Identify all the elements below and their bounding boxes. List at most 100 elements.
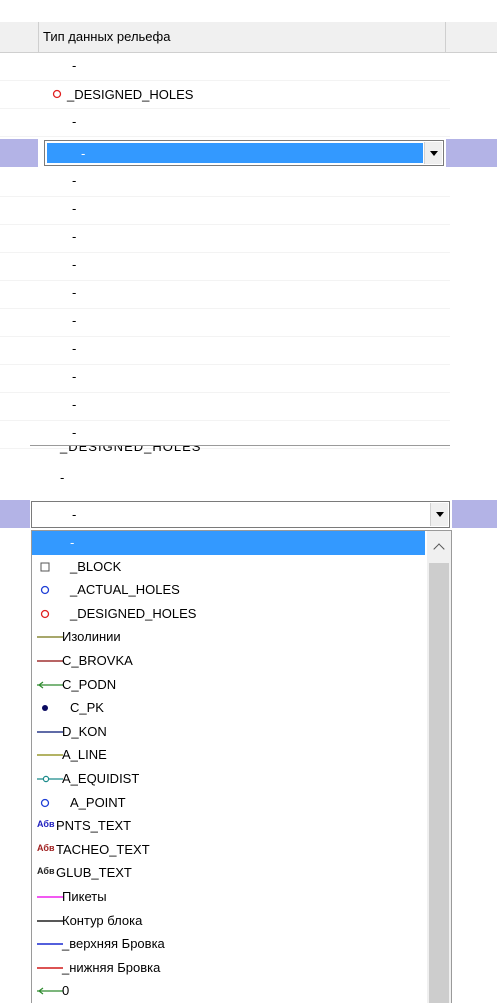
cell-value: - xyxy=(72,369,77,384)
dropdown-arrow-button[interactable] xyxy=(430,503,448,526)
circle-icon xyxy=(52,89,62,99)
cell-value: - xyxy=(72,58,77,73)
clipped-row: _DESIGNED_HOLES xyxy=(60,446,202,454)
dropdown-item-label: A_LINE xyxy=(62,747,107,763)
column-header-relief-type[interactable]: Тип данных рельефа xyxy=(38,22,446,52)
dropdown-item[interactable]: Абв PNTS_TEXT xyxy=(32,814,425,838)
dropdown-item-label: TACHEO_TEXT xyxy=(56,841,150,857)
table-row[interactable]: - xyxy=(0,280,450,309)
table-row[interactable]: - xyxy=(0,108,450,137)
line-icon xyxy=(37,749,65,761)
chevron-up-icon xyxy=(433,543,445,555)
table-row[interactable]: - xyxy=(0,308,450,337)
dot-icon xyxy=(37,702,65,714)
scrollbar[interactable] xyxy=(427,531,451,1003)
dropdown-item-label: _верхняя Бровка xyxy=(62,936,165,952)
dropdown-item-label: Изолинии xyxy=(62,629,121,645)
dropdown-item-label: - xyxy=(70,535,75,550)
dropdown-list[interactable]: - _BLOCK _ACTUAL_HOLES _DESIGNED_HOLES Изоли… xyxy=(31,530,452,1003)
table-row[interactable]: - xyxy=(0,392,450,421)
divider xyxy=(30,445,450,446)
dropdown-item-label: Пикеты xyxy=(62,889,107,904)
dropdown-item[interactable]: Абв TACHEO_TEXT xyxy=(32,838,425,862)
table-row[interactable]: - xyxy=(0,168,450,197)
dropdown-item[interactable]: Пикеты xyxy=(32,885,425,909)
item-icon-text: Абв xyxy=(37,842,55,853)
dropdown-item[interactable]: _ACTUAL_HOLES xyxy=(32,578,425,602)
cell-value: - xyxy=(72,229,77,244)
cell-value: _DESIGNED_HOLES xyxy=(67,87,194,102)
line-icon xyxy=(37,655,65,667)
row-highlight xyxy=(0,500,30,528)
cell-value: - xyxy=(72,313,77,328)
dropdown-item[interactable]: Изолинии xyxy=(32,625,425,649)
table-row[interactable]: _DESIGNED_HOLES xyxy=(0,80,450,109)
relief-type-combo-open[interactable]: - xyxy=(31,501,450,528)
dropdown-item-label: _BLOCK xyxy=(70,558,122,574)
dropdown-item[interactable]: A_LINE xyxy=(32,743,425,767)
cell-value: - xyxy=(60,470,65,485)
blank-icon xyxy=(37,537,65,549)
dropdown-item[interactable]: A_POINT xyxy=(32,791,425,815)
dropdown-item[interactable]: D_KON xyxy=(32,720,425,744)
dropdown-item[interactable]: _нижняя Бровка xyxy=(32,956,425,980)
circle-icon xyxy=(37,608,65,620)
line-icon xyxy=(37,726,65,738)
dropdown-item[interactable]: C_BROVKA xyxy=(32,649,425,673)
relief-type-combo[interactable]: - xyxy=(44,140,444,166)
dropdown-item-label: _ACTUAL_HOLES xyxy=(70,582,180,598)
cell-value: - xyxy=(72,114,77,129)
selected-row[interactable]: - xyxy=(0,500,497,528)
table-row[interactable]: - xyxy=(0,252,450,281)
top-strip xyxy=(0,0,497,23)
cell-value: - xyxy=(72,341,77,356)
dropdown-item[interactable]: C_PODN xyxy=(32,673,425,697)
dropdown-item[interactable]: Контур блока xyxy=(32,909,425,933)
combo-selected-value: - xyxy=(47,143,423,163)
arrow-line-icon xyxy=(37,679,65,691)
scroll-up-button[interactable] xyxy=(427,537,451,557)
dropdown-arrow-button[interactable] xyxy=(424,142,442,164)
chevron-down-icon xyxy=(429,150,438,156)
cell-value: - xyxy=(72,173,77,188)
scrollbar-thumb[interactable] xyxy=(429,563,449,1003)
dropdown-item[interactable]: _DESIGNED_HOLES xyxy=(32,602,425,626)
table-row[interactable]: - xyxy=(0,196,450,225)
table-row[interactable]: - xyxy=(0,224,450,253)
line-icon xyxy=(37,915,65,927)
line-icon xyxy=(37,631,65,643)
dropdown-item[interactable]: - xyxy=(32,531,425,555)
table-row[interactable]: - xyxy=(0,52,450,81)
selected-row[interactable]: - xyxy=(0,139,497,167)
square-icon xyxy=(37,561,65,573)
row-highlight xyxy=(452,500,497,528)
cell-value: - xyxy=(72,201,77,216)
row-highlight xyxy=(0,139,38,167)
dropdown-item[interactable]: 0 xyxy=(32,979,425,1003)
dropdown-item-label: 0 xyxy=(62,983,70,999)
cell-value: - xyxy=(72,285,77,300)
circle-icon xyxy=(37,797,65,809)
table-row[interactable]: - xyxy=(0,336,450,365)
dropdown-item-label: D_KON xyxy=(62,723,107,739)
dropdown-item-label: Контур блока xyxy=(62,912,143,928)
item-icon-text: Абв xyxy=(37,866,55,877)
chevron-down-icon xyxy=(435,512,444,517)
line-icon xyxy=(37,962,65,974)
dropdown-item[interactable]: Абв GLUB_TEXT xyxy=(32,861,425,885)
dropdown-item[interactable]: A_EQUIDIST xyxy=(32,767,425,791)
table-row[interactable]: - xyxy=(0,364,450,393)
circle-line-icon xyxy=(37,773,65,785)
dropdown-item-label: A_POINT xyxy=(70,794,126,810)
dropdown-item[interactable]: C_PK xyxy=(32,696,425,720)
dropdown-item-label: A_EQUIDIST xyxy=(62,771,140,786)
dropdown-item-label: _DESIGNED_HOLES xyxy=(70,605,197,621)
item-icon-text: Абв xyxy=(37,819,55,830)
dropdown-item-label: C_PODN xyxy=(62,676,117,692)
line-icon xyxy=(37,938,65,950)
dropdown-item[interactable]: _BLOCK xyxy=(32,555,425,579)
line-icon xyxy=(37,891,65,903)
row-highlight xyxy=(446,139,497,167)
arrow-line-icon xyxy=(37,985,65,997)
dropdown-item[interactable]: _верхняя Бровка xyxy=(32,932,425,956)
